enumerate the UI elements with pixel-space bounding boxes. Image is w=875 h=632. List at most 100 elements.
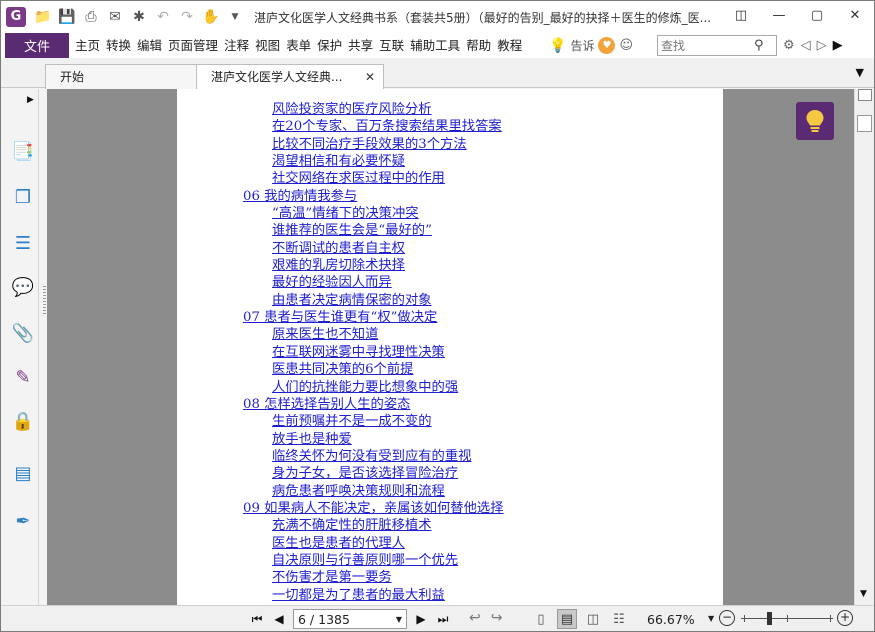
toc-chapter-link[interactable]: 07 患者与医生谁更有“权”做决定: [177, 309, 723, 326]
comments-icon[interactable]: 💬: [11, 275, 35, 299]
toc-section-link[interactable]: 艰难的乳房切除术抉择: [177, 257, 723, 274]
menu-item[interactable]: 共享: [345, 33, 376, 58]
page-dropdown-icon[interactable]: ▼: [396, 615, 402, 624]
continuous-view-icon[interactable]: ▤: [557, 609, 577, 629]
customize-dropdown-icon[interactable]: ▼: [224, 6, 246, 28]
scroll-thumb[interactable]: [857, 115, 872, 132]
maximize-button[interactable]: ▢: [798, 1, 836, 29]
menu-item[interactable]: 帮助: [463, 33, 494, 58]
redo-icon[interactable]: ↷: [176, 6, 198, 28]
toc-section-link[interactable]: 比较不同治疗手段效果的3个方法: [177, 136, 723, 153]
toc-section-link[interactable]: 谁推荐的医生会是“最好的”: [177, 222, 723, 239]
file-menu-button[interactable]: 文件: [5, 33, 69, 58]
menu-item[interactable]: 互联: [376, 33, 407, 58]
zoom-out-icon[interactable]: −: [719, 610, 735, 626]
toc-chapter-link[interactable]: 09 如果病人不能决定，亲属该如何替他选择: [177, 500, 723, 517]
undo-icon[interactable]: ↶: [152, 6, 174, 28]
attachments-icon[interactable]: 📎: [11, 321, 35, 345]
single-page-view-icon[interactable]: ▯: [531, 609, 551, 629]
new-document-icon[interactable]: ✱: [128, 6, 150, 28]
toc-chapter-link[interactable]: 06 我的病情我参与: [177, 188, 723, 205]
toc-section-link[interactable]: 人们的抗挫能力要比想象中的强: [177, 379, 723, 396]
first-page-icon[interactable]: ⏮: [249, 612, 265, 627]
tips-button[interactable]: [796, 102, 834, 140]
certify-icon[interactable]: ✒: [11, 509, 35, 533]
menu-item[interactable]: 教程: [494, 33, 525, 58]
security-lock-icon[interactable]: 🔒: [11, 409, 35, 433]
vertical-scrollbar[interactable]: ▼: [854, 89, 874, 605]
open-folder-icon[interactable]: 📁: [32, 6, 54, 28]
forward-arrow-icon[interactable]: ▷: [817, 38, 827, 53]
toc-section-link[interactable]: 医患共同决策的6个前提: [177, 361, 723, 378]
toc-section-link[interactable]: 临终关怀为何没有受到应有的重视: [177, 448, 723, 465]
ribbon-toggle-icon[interactable]: ◫: [722, 1, 760, 29]
toc-section-link[interactable]: 在20个专家、百万条搜索结果里找答案: [177, 118, 723, 135]
print-icon[interactable]: ⎙: [80, 6, 102, 28]
minimize-button[interactable]: —: [760, 1, 798, 29]
tell-me-label[interactable]: 告诉: [570, 37, 594, 54]
menu-item[interactable]: 保护: [314, 33, 345, 58]
toc-section-link[interactable]: 充满不确定性的肝脏移植术: [177, 517, 723, 534]
search-box[interactable]: ⚲: [657, 35, 777, 56]
back-arrow-icon[interactable]: ◁: [801, 38, 811, 53]
menu-item[interactable]: 编辑: [134, 33, 165, 58]
zoom-dropdown-icon[interactable]: ▼: [708, 614, 714, 623]
sidebar-resize-grip[interactable]: [43, 286, 46, 314]
zoom-in-icon[interactable]: +: [837, 610, 853, 626]
next-view-icon[interactable]: ↪: [491, 610, 503, 626]
menu-item[interactable]: 视图: [252, 33, 283, 58]
continuous-facing-view-icon[interactable]: ☷: [609, 609, 629, 629]
previous-page-icon[interactable]: ◀: [271, 612, 287, 626]
toc-section-link[interactable]: 身为子女，是否该选择冒险治疗: [177, 465, 723, 482]
tab-close-icon[interactable]: ✕: [365, 65, 375, 89]
bookmark-icon[interactable]: 📑: [11, 139, 35, 163]
facing-view-icon[interactable]: ◫: [583, 609, 603, 629]
search-icon[interactable]: ⚲: [754, 38, 764, 53]
menu-item[interactable]: 页面管理: [165, 33, 221, 58]
tab-list-dropdown-icon[interactable]: ▼: [856, 66, 864, 79]
next-page-icon[interactable]: ▶: [413, 612, 429, 626]
menu-item[interactable]: 转换: [103, 33, 134, 58]
toc-section-link[interactable]: 社交网络在求医过程中的作用: [177, 170, 723, 187]
user-icon[interactable]: ☺: [619, 38, 633, 53]
toc-section-link[interactable]: 自决原则与行善原则哪一个优先: [177, 552, 723, 569]
scroll-top-button[interactable]: [858, 89, 872, 101]
close-button[interactable]: ✕: [836, 1, 874, 29]
toc-section-link[interactable]: “高温”情绪下的决策冲突: [177, 205, 723, 222]
menu-item[interactable]: 注释: [221, 33, 252, 58]
search-input[interactable]: [658, 36, 754, 55]
zoom-slider-knob[interactable]: [767, 612, 772, 625]
hand-tool-icon[interactable]: ✋: [200, 6, 222, 28]
heart-icon[interactable]: ♥: [598, 37, 616, 54]
menu-item[interactable]: 表单: [283, 33, 314, 58]
sidebar-expand-icon[interactable]: ▶: [27, 95, 34, 105]
page-thumbnails-icon[interactable]: ❐: [11, 185, 35, 209]
layers-icon[interactable]: ☰: [11, 231, 35, 255]
toc-section-link[interactable]: 最好的经验因人而异: [177, 274, 723, 291]
app-logo-icon[interactable]: G: [6, 7, 26, 27]
signature-icon[interactable]: ✎: [11, 365, 35, 389]
menu-item[interactable]: 主页: [72, 33, 103, 58]
toc-section-link[interactable]: 渴望相信和有必要怀疑: [177, 153, 723, 170]
toc-section-link[interactable]: 生前预嘱并不是一成不变的: [177, 413, 723, 430]
toc-section-link[interactable]: 放手也是种爱: [177, 431, 723, 448]
toc-section-link[interactable]: 原来医生也不知道: [177, 326, 723, 343]
menu-item[interactable]: 辅助工具: [407, 33, 463, 58]
toc-section-link[interactable]: 由患者决定病情保密的对象: [177, 292, 723, 309]
previous-view-icon[interactable]: ↩: [469, 610, 481, 626]
expand-arrow-icon[interactable]: ▶: [833, 38, 843, 53]
lightbulb-icon[interactable]: 💡: [549, 38, 566, 54]
toc-section-link[interactable]: 医生也是患者的代理人: [177, 535, 723, 552]
scroll-down-arrow-icon[interactable]: ▼: [860, 589, 867, 599]
tab-start[interactable]: 开始: [45, 64, 197, 89]
toc-section-link[interactable]: 不断调试的患者自主权: [177, 240, 723, 257]
toc-section-link[interactable]: 在互联网迷雾中寻找理性决策: [177, 344, 723, 361]
save-icon[interactable]: 💾: [56, 6, 78, 28]
mail-icon[interactable]: ✉: [104, 6, 126, 28]
toc-chapter-link[interactable]: 08 怎样选择告别人生的姿态: [177, 396, 723, 413]
toc-section-link[interactable]: 一切都是为了患者的最大利益: [177, 587, 723, 604]
settings-gear-icon[interactable]: ⚙: [783, 38, 795, 53]
zoom-level[interactable]: 66.67%: [647, 612, 695, 627]
page-number-field[interactable]: 6 / 1385 ▼: [293, 609, 407, 629]
tab-document[interactable]: 湛庐文化医学人文经典... ✕: [196, 64, 384, 89]
